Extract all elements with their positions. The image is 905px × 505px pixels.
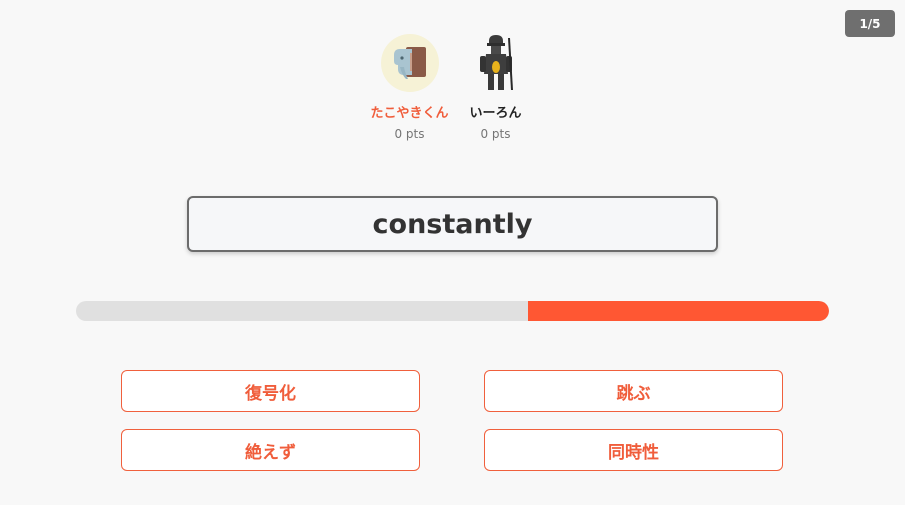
timer-progress-fill [527, 301, 829, 321]
answer-option-3[interactable]: 絶えず [121, 429, 420, 471]
player-card-opponent: いーろん 0 pts [460, 34, 532, 141]
players-scoreboard: たこやきくん 0 pts いーろん 0 pts [0, 34, 905, 141]
armored-soldier-icon [479, 35, 513, 91]
answer-option-2[interactable]: 跳ぶ [484, 370, 783, 412]
question-word: constantly [187, 196, 718, 252]
elephant-icon [393, 47, 426, 79]
round-counter-badge: 1/5 [845, 10, 895, 37]
player-card-current: たこやきくん 0 pts [370, 34, 449, 141]
answer-option-4[interactable]: 同時性 [484, 429, 783, 471]
player-name: いーろん [469, 106, 522, 121]
timer-progress-bar [76, 301, 829, 321]
player-score: 0 pts [394, 127, 425, 141]
answer-option-1[interactable]: 復号化 [121, 370, 420, 412]
avatar [467, 34, 525, 92]
player-score: 0 pts [480, 127, 511, 141]
avatar [380, 34, 439, 92]
player-name: たこやきくん [370, 106, 449, 121]
